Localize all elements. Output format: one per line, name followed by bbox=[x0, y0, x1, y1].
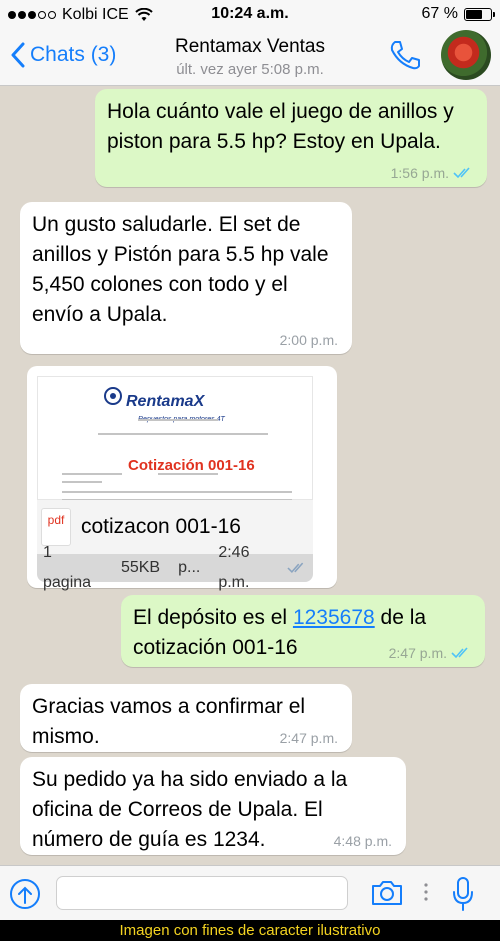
battery-fill bbox=[466, 9, 483, 19]
battery-percent: 67 % bbox=[421, 5, 458, 22]
chevron-left-icon bbox=[11, 42, 25, 68]
message-time: 4:48 p.m. bbox=[333, 833, 392, 849]
message-meta: 2:47 p.m. bbox=[389, 645, 471, 661]
double-check-icon bbox=[453, 167, 470, 179]
message-input[interactable] bbox=[56, 876, 348, 910]
message-text-part: El depósito es el bbox=[133, 606, 293, 629]
message-text: Hola cuánto vale el juego de anillos y p… bbox=[107, 100, 454, 153]
document-preview[interactable]: RentamaX Repuestos para motores 4T Cotiz… bbox=[37, 376, 313, 501]
camera-icon[interactable] bbox=[370, 878, 404, 908]
document-pages: 1 pagina bbox=[43, 544, 92, 591]
message-text: Un gusto saludarle. El set de anillos y … bbox=[32, 213, 329, 326]
illustrative-notice: Imagen con fines de caracter ilustrativo bbox=[0, 920, 500, 941]
message-incoming[interactable]: Un gusto saludarle. El set de anillos y … bbox=[20, 202, 352, 354]
message-meta: 2:47 p.m. bbox=[280, 730, 338, 746]
phone-icon[interactable] bbox=[387, 38, 423, 72]
message-time: 2:47 p.m. bbox=[279, 730, 338, 746]
message-meta: 2:00 p.m. bbox=[280, 332, 338, 348]
battery-icon bbox=[464, 7, 495, 21]
rentamax-logo-icon bbox=[104, 387, 122, 405]
message-time: 2:46 p.m. bbox=[218, 544, 250, 591]
arrow-up-icon bbox=[18, 886, 32, 904]
more-vertical-icon[interactable] bbox=[424, 882, 428, 902]
battery-info: 67 % bbox=[421, 5, 495, 23]
document-preview-title: Cotización 001-16 bbox=[128, 457, 255, 474]
message-meta: 1:56 p.m. bbox=[391, 165, 473, 181]
attach-button[interactable] bbox=[10, 879, 40, 909]
document-file-name: cotizacon 001-16 bbox=[81, 515, 241, 538]
document-size: 55KB bbox=[120, 559, 161, 576]
double-check-icon bbox=[287, 562, 304, 574]
message-time: 1:56 p.m. bbox=[390, 165, 449, 181]
message-input-bar bbox=[0, 865, 500, 920]
chat-header: Chats (3) Rentamax Ventas últ. vez ayer … bbox=[0, 30, 500, 86]
message-time: 2:00 p.m. bbox=[279, 332, 338, 348]
message-list[interactable]: Hola cuánto vale el juego de anillos y p… bbox=[0, 87, 500, 865]
message-time: 2:47 p.m. bbox=[388, 645, 447, 661]
status-bar: Kolbi ICE 10:24 a.m. 67 % bbox=[0, 0, 500, 30]
message-meta: 4:48 p.m. bbox=[334, 833, 392, 849]
message-outgoing[interactable]: El depósito es el 1235678 de la cotizaci… bbox=[121, 595, 485, 667]
back-label: Chats (3) bbox=[30, 43, 117, 66]
document-info-bar: 1 pagina 55KB p... 2:46 p.m. bbox=[37, 544, 313, 591]
double-check-icon bbox=[451, 647, 468, 659]
document-type: p... bbox=[178, 559, 201, 576]
message-outgoing[interactable]: Hola cuánto vale el juego de anillos y p… bbox=[95, 89, 487, 187]
deposit-number-link[interactable]: 1235678 bbox=[293, 606, 375, 629]
message-document[interactable]: RentamaX Repuestos para motores 4T Cotiz… bbox=[27, 366, 337, 591]
back-button[interactable]: Chats (3) bbox=[10, 42, 116, 68]
microphone-icon[interactable] bbox=[452, 876, 474, 912]
contact-avatar[interactable] bbox=[441, 30, 491, 80]
message-incoming[interactable]: Gracias vamos a confirmar el mismo. 2:47… bbox=[20, 684, 352, 752]
message-incoming[interactable]: Su pedido ya ha sido enviado a la oficin… bbox=[20, 757, 406, 855]
